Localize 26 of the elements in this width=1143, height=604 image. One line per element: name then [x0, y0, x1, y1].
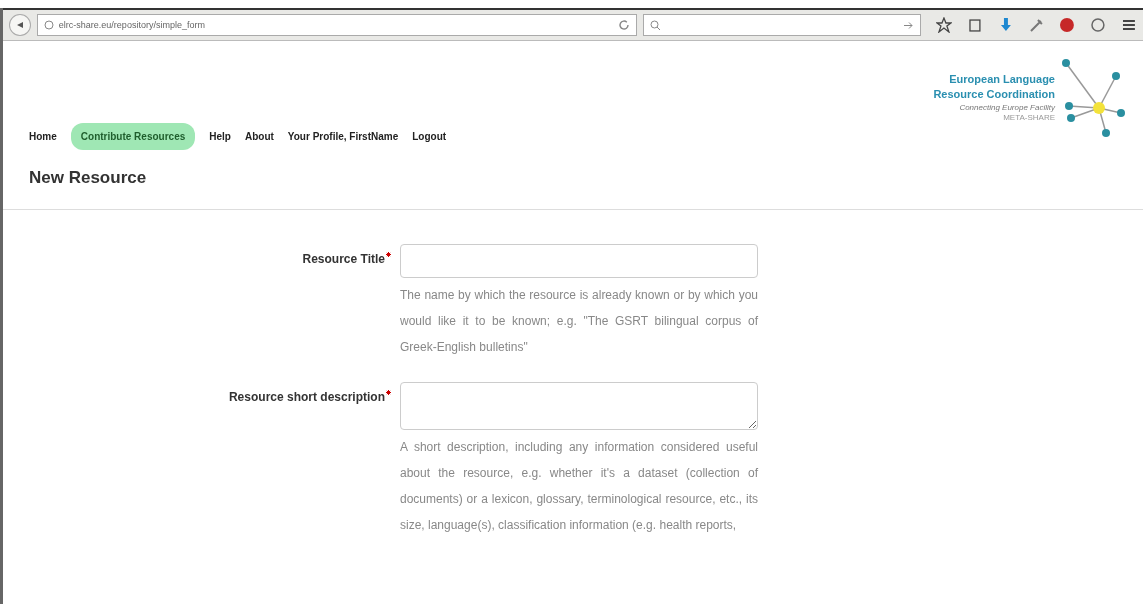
- back-button[interactable]: [9, 14, 31, 36]
- logo-title: European Language: [949, 72, 1055, 87]
- help-text: A short description, including any information considered useful about the resource, e.g. whether it's a dataset (collection of documents) or a lexicon, glossary, terminological resource, etc., its size, language(s), classification information (e.g. health reports,: [400, 439, 758, 534]
- field-label: Resource Title: [3, 244, 391, 360]
- search-field[interactable]: [643, 14, 921, 36]
- reload-icon[interactable]: [618, 19, 631, 31]
- nav-link[interactable]: Logout: [412, 123, 447, 150]
- field-label: Resource short description: [3, 382, 391, 538]
- nav-link[interactable]: About: [244, 123, 274, 150]
- url-text: elrc-share.eu/repository/simple_form: [58, 20, 206, 30]
- nav-link[interactable]: Help: [209, 123, 231, 150]
- menu-icon[interactable]: [1121, 17, 1138, 33]
- title-input[interactable]: [400, 244, 758, 278]
- address-bar[interactable]: elrc-share.eu/repository/simple_form: [36, 14, 638, 36]
- arrow-icon[interactable]: [902, 19, 914, 31]
- logo-subtitle: META-SHARE: [1003, 113, 1055, 123]
- page-title: New Resource: [29, 168, 148, 188]
- star-icon[interactable]: [935, 17, 952, 33]
- clipboard-icon[interactable]: [966, 17, 983, 33]
- nav-link[interactable]: Home: [29, 123, 57, 150]
- search-icon: [650, 19, 662, 31]
- nav-link[interactable]: Contribute Resources: [70, 123, 196, 150]
- nav-link[interactable]: Your Profile, FirstName: [287, 123, 399, 150]
- logo-title: Resource Coordination: [933, 87, 1055, 102]
- help-text: The name by which the resource is already known or by which you would like it to be known; e.g. "The GSRT bilingual corpus of Greek-English bulletins": [400, 287, 758, 356]
- logo-tagline: Connecting Europe Facility: [959, 102, 1055, 113]
